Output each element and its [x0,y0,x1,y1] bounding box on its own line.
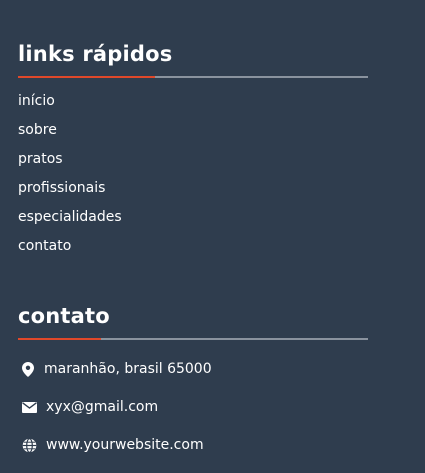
quick-link-item: contato [18,232,368,261]
quick-links-title-rule [18,76,368,78]
quick-links-section: links rápidos início sobre pratos profis… [18,44,368,261]
footer: links rápidos início sobre pratos profis… [18,0,368,464]
quick-links-title: links rápidos [18,42,173,66]
contact-email: xyx@gmail.com [18,388,368,426]
contact-title-rule [18,338,368,340]
quick-link-contato[interactable]: contato [18,238,71,254]
quick-link-item: especialidades [18,203,368,232]
quick-links-list: início sobre pratos profissionais especi… [18,87,368,261]
contact-section: contato maranhão, brasil 65000 xyx@gmail… [18,306,368,464]
contact-address-text: maranhão, brasil 65000 [44,361,212,377]
quick-link-profissionais[interactable]: profissionais [18,180,105,196]
quick-link-item: profissionais [18,174,368,203]
quick-link-inicio[interactable]: início [18,93,55,109]
quick-link-item: pratos [18,145,368,174]
quick-link-especialidades[interactable]: especialidades [18,209,122,225]
quick-link-sobre[interactable]: sobre [18,122,57,138]
globe-icon [21,437,37,453]
contact-list: maranhão, brasil 65000 xyx@gmail.com www… [18,350,368,464]
contact-website: www.yourwebsite.com [18,426,368,464]
contact-title-accent [18,338,101,340]
quick-link-item: início [18,87,368,116]
quick-link-item: sobre [18,116,368,145]
quick-link-pratos[interactable]: pratos [18,151,63,167]
contact-website-link[interactable]: www.yourwebsite.com [46,437,204,453]
envelope-icon [21,399,37,415]
quick-links-title-accent [18,76,155,78]
contact-email-link[interactable]: xyx@gmail.com [46,399,158,415]
contact-address: maranhão, brasil 65000 [18,350,368,388]
map-pin-icon [20,361,36,377]
contact-title: contato [18,304,110,328]
